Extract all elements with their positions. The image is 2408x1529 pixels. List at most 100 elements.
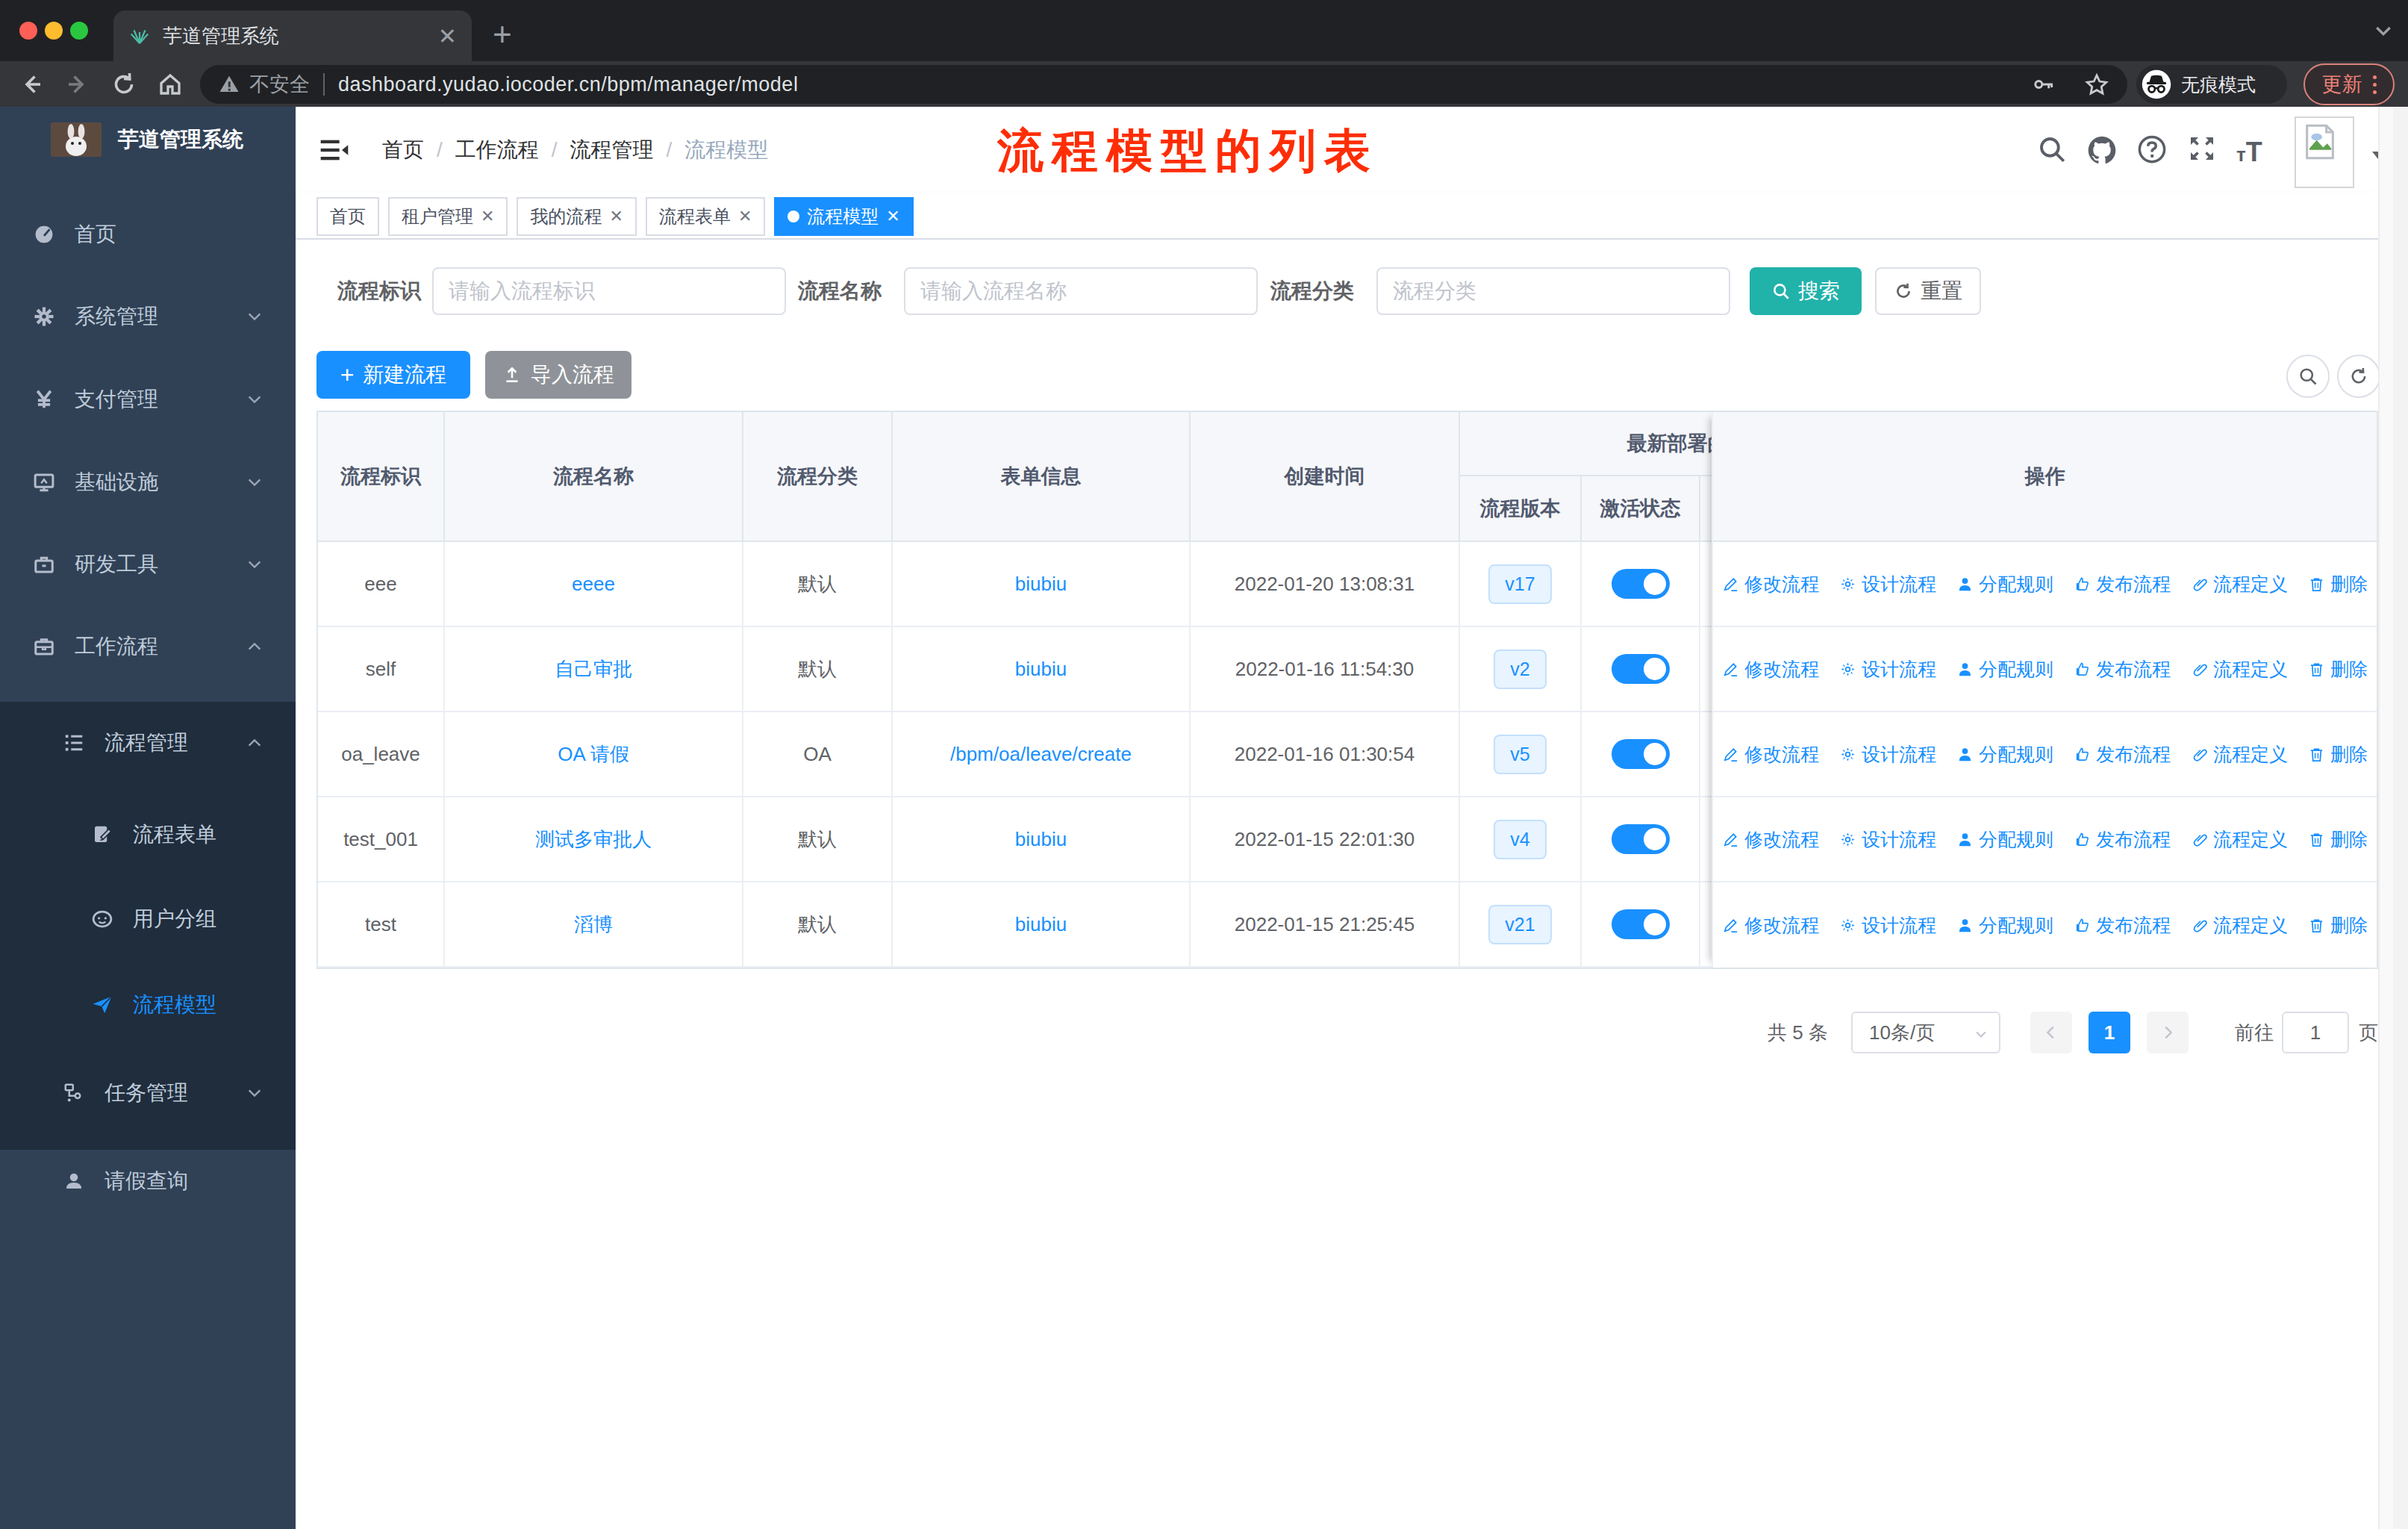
active-toggle[interactable]	[1612, 739, 1670, 769]
browser-menu-dots-icon[interactable]	[2373, 75, 2377, 94]
breadcrumb-process-mgmt[interactable]: 流程管理	[570, 136, 654, 164]
font-size-icon[interactable]: тT	[2236, 137, 2262, 168]
browser-update-button[interactable]: 更新	[2303, 63, 2395, 105]
version-badge[interactable]: v21	[1488, 905, 1551, 944]
sidebar-item-task-mgmt[interactable]: 任务管理	[0, 1052, 296, 1133]
action-edit[interactable]: 修改流程	[1722, 827, 1819, 852]
tag-close-icon[interactable]: ✕	[481, 207, 494, 226]
back-icon[interactable]	[18, 71, 45, 98]
table-search-toggle-button[interactable]	[2286, 355, 2330, 398]
new-tab-button[interactable]: +	[493, 18, 512, 51]
version-badge[interactable]: v17	[1488, 564, 1551, 604]
action-delete[interactable]: 删除	[2308, 572, 2368, 597]
tag-tenant[interactable]: 租户管理✕	[388, 197, 508, 236]
action-delete[interactable]: 删除	[2308, 657, 2368, 682]
form-link[interactable]: biubiu	[1015, 658, 1067, 681]
process-name-link[interactable]: 自己审批	[555, 656, 632, 682]
active-toggle[interactable]	[1612, 569, 1670, 599]
action-delete[interactable]: 删除	[2308, 742, 2368, 767]
form-link[interactable]: biubiu	[1015, 913, 1067, 936]
home-icon[interactable]	[157, 71, 184, 98]
sidebar-item-pay[interactable]: 支付管理	[0, 358, 296, 440]
search-icon[interactable]	[2036, 134, 2068, 165]
filter-name-input[interactable]	[904, 267, 1258, 315]
sidebar-item-infra[interactable]: 基础设施	[0, 441, 296, 523]
action-definition[interactable]: 流程定义	[2191, 742, 2288, 767]
tab-close-icon[interactable]: ✕	[438, 23, 457, 49]
action-design[interactable]: 设计流程	[1839, 572, 1936, 597]
action-definition[interactable]: 流程定义	[2191, 913, 2288, 938]
tag-home[interactable]: 首页	[316, 197, 379, 236]
create-process-button[interactable]: + 新建流程	[316, 351, 470, 399]
reload-icon[interactable]	[110, 71, 137, 98]
action-design[interactable]: 设计流程	[1839, 742, 1936, 767]
action-edit[interactable]: 修改流程	[1722, 572, 1819, 597]
action-design[interactable]: 设计流程	[1839, 827, 1936, 852]
sidebar-item-workflow[interactable]: 工作流程	[0, 605, 296, 687]
traffic-minimize-button[interactable]	[45, 22, 63, 40]
traffic-zoom-button[interactable]	[70, 22, 88, 40]
fullscreen-icon[interactable]	[2187, 134, 2217, 164]
browser-tab[interactable]: 芋道管理系统 ✕	[113, 10, 472, 61]
current-page-button[interactable]: 1	[2089, 1012, 2130, 1053]
action-definition[interactable]: 流程定义	[2191, 827, 2288, 852]
version-badge[interactable]: v2	[1494, 650, 1546, 689]
password-key-icon[interactable]	[2032, 72, 2056, 96]
next-page-button[interactable]	[2147, 1012, 2189, 1053]
action-delete[interactable]: 删除	[2308, 827, 2368, 852]
sidebar-item-user-group[interactable]: 用户分组	[0, 878, 296, 959]
breadcrumb-home[interactable]: 首页	[382, 136, 424, 164]
tag-close-icon[interactable]: ✕	[886, 207, 899, 226]
sidebar-item-process-form[interactable]: 流程表单	[0, 794, 296, 875]
sidebar-item-leave-query[interactable]: 请假查询	[0, 1140, 296, 1221]
action-edit[interactable]: 修改流程	[1722, 657, 1819, 682]
action-publish[interactable]: 发布流程	[2074, 657, 2171, 682]
forward-icon[interactable]	[64, 71, 91, 98]
action-definition[interactable]: 流程定义	[2191, 657, 2288, 682]
form-link[interactable]: biubiu	[1015, 573, 1067, 596]
action-assign[interactable]: 分配规则	[1956, 657, 2053, 682]
address-bar[interactable]: 不安全 dashboard.yudao.iocoder.cn/bpm/manag…	[200, 65, 2127, 104]
tag-process-model[interactable]: 流程模型✕	[774, 197, 913, 236]
page-size-select[interactable]: 10条/页	[1851, 1012, 2000, 1053]
action-assign[interactable]: 分配规则	[1956, 572, 2053, 597]
filter-category-select[interactable]: 流程分类	[1376, 267, 1730, 315]
bookmark-star-icon[interactable]	[2084, 72, 2109, 97]
action-design[interactable]: 设计流程	[1839, 657, 1936, 682]
help-icon[interactable]	[2136, 134, 2168, 165]
sidebar-item-process-mgmt[interactable]: 流程管理	[0, 702, 296, 783]
action-design[interactable]: 设计流程	[1839, 913, 1936, 938]
sidebar-item-process-model[interactable]: 流程模型	[0, 964, 296, 1045]
version-badge[interactable]: v5	[1494, 735, 1546, 774]
tag-close-icon[interactable]: ✕	[738, 207, 752, 226]
breadcrumb-workflow[interactable]: 工作流程	[455, 136, 539, 164]
sidebar-item-system[interactable]: 系统管理	[0, 275, 296, 357]
action-assign[interactable]: 分配规则	[1956, 742, 2053, 767]
process-name-link[interactable]: 测试多审批人	[535, 826, 652, 853]
import-process-button[interactable]: 导入流程	[485, 351, 631, 399]
action-publish[interactable]: 发布流程	[2074, 827, 2171, 852]
tag-close-icon[interactable]: ✕	[609, 207, 623, 226]
action-publish[interactable]: 发布流程	[2074, 913, 2171, 938]
form-link[interactable]: biubiu	[1015, 828, 1067, 851]
tag-my-process[interactable]: 我的流程✕	[517, 197, 636, 236]
version-badge[interactable]: v4	[1494, 820, 1546, 859]
search-button[interactable]: 搜索	[1750, 267, 1862, 315]
process-name-link[interactable]: 滔博	[574, 912, 613, 938]
action-publish[interactable]: 发布流程	[2074, 572, 2171, 597]
action-definition[interactable]: 流程定义	[2191, 572, 2288, 597]
action-assign[interactable]: 分配规则	[1956, 827, 2053, 852]
reset-button[interactable]: 重置	[1875, 267, 1981, 315]
table-refresh-button[interactable]	[2337, 355, 2380, 398]
prev-page-button[interactable]	[2030, 1012, 2072, 1053]
action-assign[interactable]: 分配规则	[1956, 913, 2053, 938]
tab-search-chevron-icon[interactable]	[2372, 22, 2395, 40]
action-edit[interactable]: 修改流程	[1722, 742, 1819, 767]
tag-process-form[interactable]: 流程表单✕	[646, 197, 765, 236]
form-link[interactable]: /bpm/oa/leave/create	[950, 743, 1132, 766]
action-publish[interactable]: 发布流程	[2074, 742, 2171, 767]
process-name-link[interactable]: OA 请假	[558, 741, 628, 767]
traffic-close-button[interactable]	[19, 22, 37, 40]
avatar[interactable]	[2295, 116, 2354, 188]
filter-key-input[interactable]	[432, 267, 786, 315]
